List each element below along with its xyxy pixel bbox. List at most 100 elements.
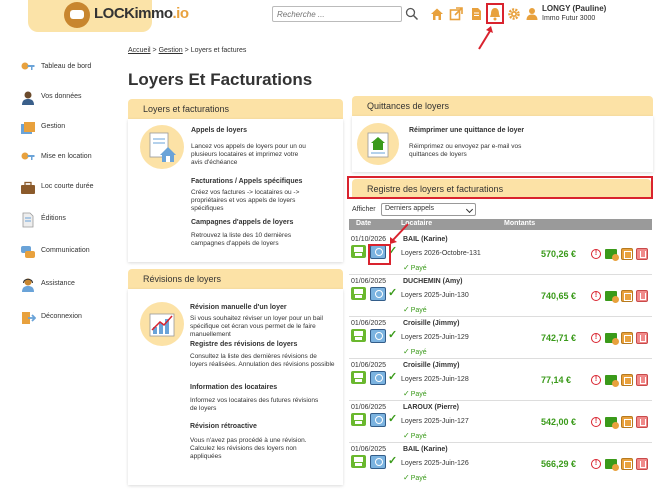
status-badge: ✓Payé <box>403 347 427 356</box>
status-badge: ✓Payé <box>403 431 427 440</box>
payment-icon[interactable] <box>605 459 619 471</box>
sidebar-item-data[interactable]: Vos données <box>20 90 81 110</box>
check-icon: ✓ <box>388 455 398 467</box>
email-icon[interactable] <box>370 287 386 301</box>
col-date: Date <box>356 220 372 227</box>
warning-icon[interactable]: ! <box>591 333 601 343</box>
sidebar-item-communication[interactable]: Communication <box>20 244 90 264</box>
sidebar-item-loc-courte-duree[interactable]: Loc courte durée <box>20 180 94 200</box>
suitcase-icon <box>21 181 35 194</box>
calculator-icon[interactable] <box>621 332 633 344</box>
print-icon[interactable] <box>351 329 366 342</box>
calculator-icon[interactable] <box>621 458 633 470</box>
home-icon[interactable] <box>430 7 444 21</box>
search-input[interactable] <box>272 6 402 22</box>
table-row: 01/10/2026 ✓ BAIL (Karine) Loyers 2026-O… <box>349 233 652 275</box>
breadcrumb-gestion[interactable]: Gestion <box>159 47 183 54</box>
user-icon[interactable] <box>525 7 539 21</box>
facturations-desc: Créez vos factures -> locataires ou -> p… <box>191 189 300 212</box>
user-company: Immo Futur 3000 <box>542 15 596 22</box>
invoice-house-icon <box>140 125 184 169</box>
campagnes-link[interactable]: Campagnes d'appels de loyers <box>191 219 293 226</box>
delete-icon[interactable] <box>636 374 648 386</box>
check-icon: ✓ <box>388 287 398 299</box>
breadcrumb-current: Loyers et factures <box>190 47 247 54</box>
print-icon[interactable] <box>351 245 366 258</box>
sidebar-item-dashboard[interactable]: Tableau de bord <box>20 60 91 80</box>
person-icon <box>22 91 34 105</box>
sidebar-item-assistance[interactable]: Assistance <box>20 277 75 297</box>
check-icon: ✓ <box>388 413 398 425</box>
sidebar-item-mise-en-location[interactable]: Mise en location <box>20 150 92 170</box>
gear-icon[interactable] <box>507 7 521 21</box>
email-icon[interactable] <box>370 371 386 385</box>
chart-growth-icon <box>140 302 184 346</box>
revision-retroactive-desc: Vous n'avez pas procédé à une révision. … <box>190 437 307 460</box>
delete-icon[interactable] <box>636 332 648 344</box>
delete-icon[interactable] <box>636 248 648 260</box>
logo[interactable]: LOCKimmo.io <box>28 0 189 32</box>
payment-icon[interactable] <box>605 417 619 429</box>
document-icon[interactable] <box>469 7 483 21</box>
breadcrumb: Accueil > Gestion > Loyers et factures <box>128 47 247 54</box>
document-icon <box>22 212 34 228</box>
sidebar-item-deconnexion[interactable]: Déconnexion <box>20 310 82 330</box>
chat-icon <box>21 246 35 258</box>
logout-icon <box>22 312 36 324</box>
keys-icon <box>21 62 35 70</box>
payment-icon[interactable] <box>605 291 619 303</box>
print-icon[interactable] <box>351 413 366 426</box>
warning-icon[interactable]: ! <box>591 375 601 385</box>
sidebar-item-editions[interactable]: Éditions <box>20 212 66 232</box>
email-icon[interactable] <box>370 329 386 343</box>
filter-select[interactable]: Derniers appels <box>381 203 476 216</box>
warning-icon[interactable]: ! <box>591 459 601 469</box>
mascot-icon <box>64 2 90 28</box>
revision-retroactive-link[interactable]: Révision rétroactive <box>190 423 257 430</box>
email-icon[interactable] <box>370 413 386 427</box>
calculator-icon[interactable] <box>621 290 633 302</box>
search-icon[interactable] <box>405 7 419 21</box>
calculator-icon[interactable] <box>621 374 633 386</box>
warning-icon[interactable]: ! <box>591 291 601 301</box>
print-icon[interactable] <box>351 455 366 468</box>
information-locataires-link[interactable]: Information des locataires <box>190 384 277 391</box>
calculator-icon[interactable] <box>621 248 633 260</box>
col-montants: Montants <box>504 220 536 227</box>
delete-icon[interactable] <box>636 458 648 470</box>
reimprimer-quittance-link[interactable]: Réimprimer une quittance de loyer <box>409 127 524 134</box>
appels-de-loyers-link[interactable]: Appels de loyers <box>191 127 247 134</box>
external-link-icon[interactable] <box>449 7 463 21</box>
payment-icon[interactable] <box>605 249 619 261</box>
payment-icon[interactable] <box>605 333 619 345</box>
brand-name: LOCKimmo.io <box>94 5 189 22</box>
delete-icon[interactable] <box>636 290 648 302</box>
user-name[interactable]: LONGY (Pauline) <box>542 4 606 13</box>
check-icon: ✓ <box>388 329 398 341</box>
bell-icon[interactable] <box>488 7 502 21</box>
print-icon[interactable] <box>351 371 366 384</box>
status-badge: ✓Payé <box>403 305 427 314</box>
warning-icon[interactable]: ! <box>591 249 601 259</box>
email-icon[interactable] <box>370 455 386 469</box>
payment-icon[interactable] <box>605 375 619 387</box>
reimprimer-quittance-desc: Réimprimez ou envoyez par e-mail vos qui… <box>409 143 522 158</box>
delete-icon[interactable] <box>636 416 648 428</box>
keys-icon <box>21 152 35 160</box>
sidebar-item-gestion[interactable]: Gestion <box>20 120 65 140</box>
calculator-icon[interactable] <box>621 416 633 428</box>
print-icon[interactable] <box>351 287 366 300</box>
appels-de-loyers-desc: Lancez vos appels de loyers pour un ou p… <box>191 143 306 166</box>
registre-revisions-link[interactable]: Registre des révisions de loyers <box>190 341 297 348</box>
registre-revisions-desc: Consultez la liste des dernières révisio… <box>190 353 335 368</box>
status-badge: ✓Payé <box>403 389 427 398</box>
check-icon: ✓ <box>388 371 398 383</box>
status-badge: ✓Payé <box>403 473 427 482</box>
table-row: 01/06/2025 ✓ LAROUX (Pierre) Loyers 2025… <box>349 401 652 443</box>
facturations-link[interactable]: Facturations / Appels spécifiques <box>191 178 302 185</box>
table-row: 01/06/2025 ✓ Croisille (Jimmy) Loyers 20… <box>349 317 652 359</box>
page-title: Loyers Et Facturations <box>128 70 313 89</box>
revision-manuelle-link[interactable]: Révision manuelle d'un loyer <box>190 304 287 311</box>
breadcrumb-home[interactable]: Accueil <box>128 47 151 54</box>
warning-icon[interactable]: ! <box>591 417 601 427</box>
